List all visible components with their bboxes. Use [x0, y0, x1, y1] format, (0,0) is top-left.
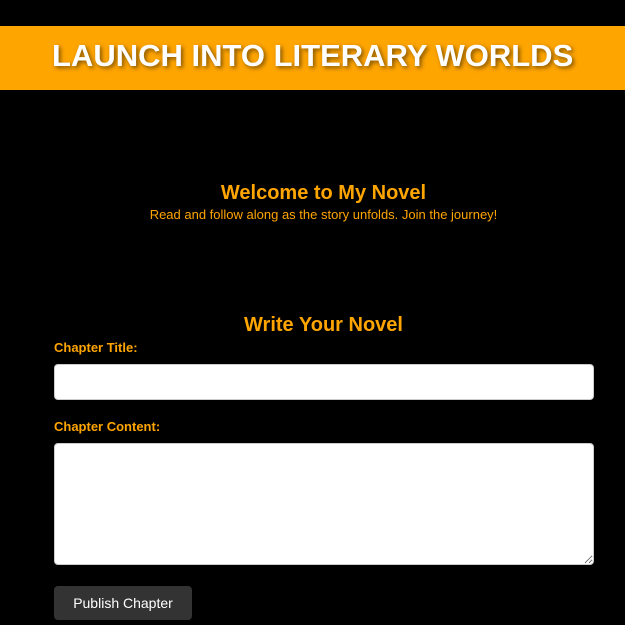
page: LAUNCH INTO LITERARY WORLDS Welcome to M…	[0, 0, 625, 625]
welcome-subtitle: Read and follow along as the story unfol…	[149, 207, 498, 222]
chapter-title-label: Chapter Title:	[54, 340, 138, 355]
header-banner: LAUNCH INTO LITERARY WORLDS	[0, 26, 625, 90]
welcome-section: Welcome to My Novel Read and follow alon…	[0, 180, 625, 223]
form-title: Write Your Novel	[244, 314, 403, 336]
chapter-title-input[interactable]	[54, 364, 594, 400]
chapter-content-textarea[interactable]	[54, 443, 594, 565]
publish-chapter-button[interactable]: Publish Chapter	[54, 586, 192, 620]
welcome-title: Welcome to My Novel	[220, 182, 427, 204]
site-title: LAUNCH INTO LITERARY WORLDS	[52, 38, 574, 73]
chapter-content-label: Chapter Content:	[54, 419, 161, 434]
